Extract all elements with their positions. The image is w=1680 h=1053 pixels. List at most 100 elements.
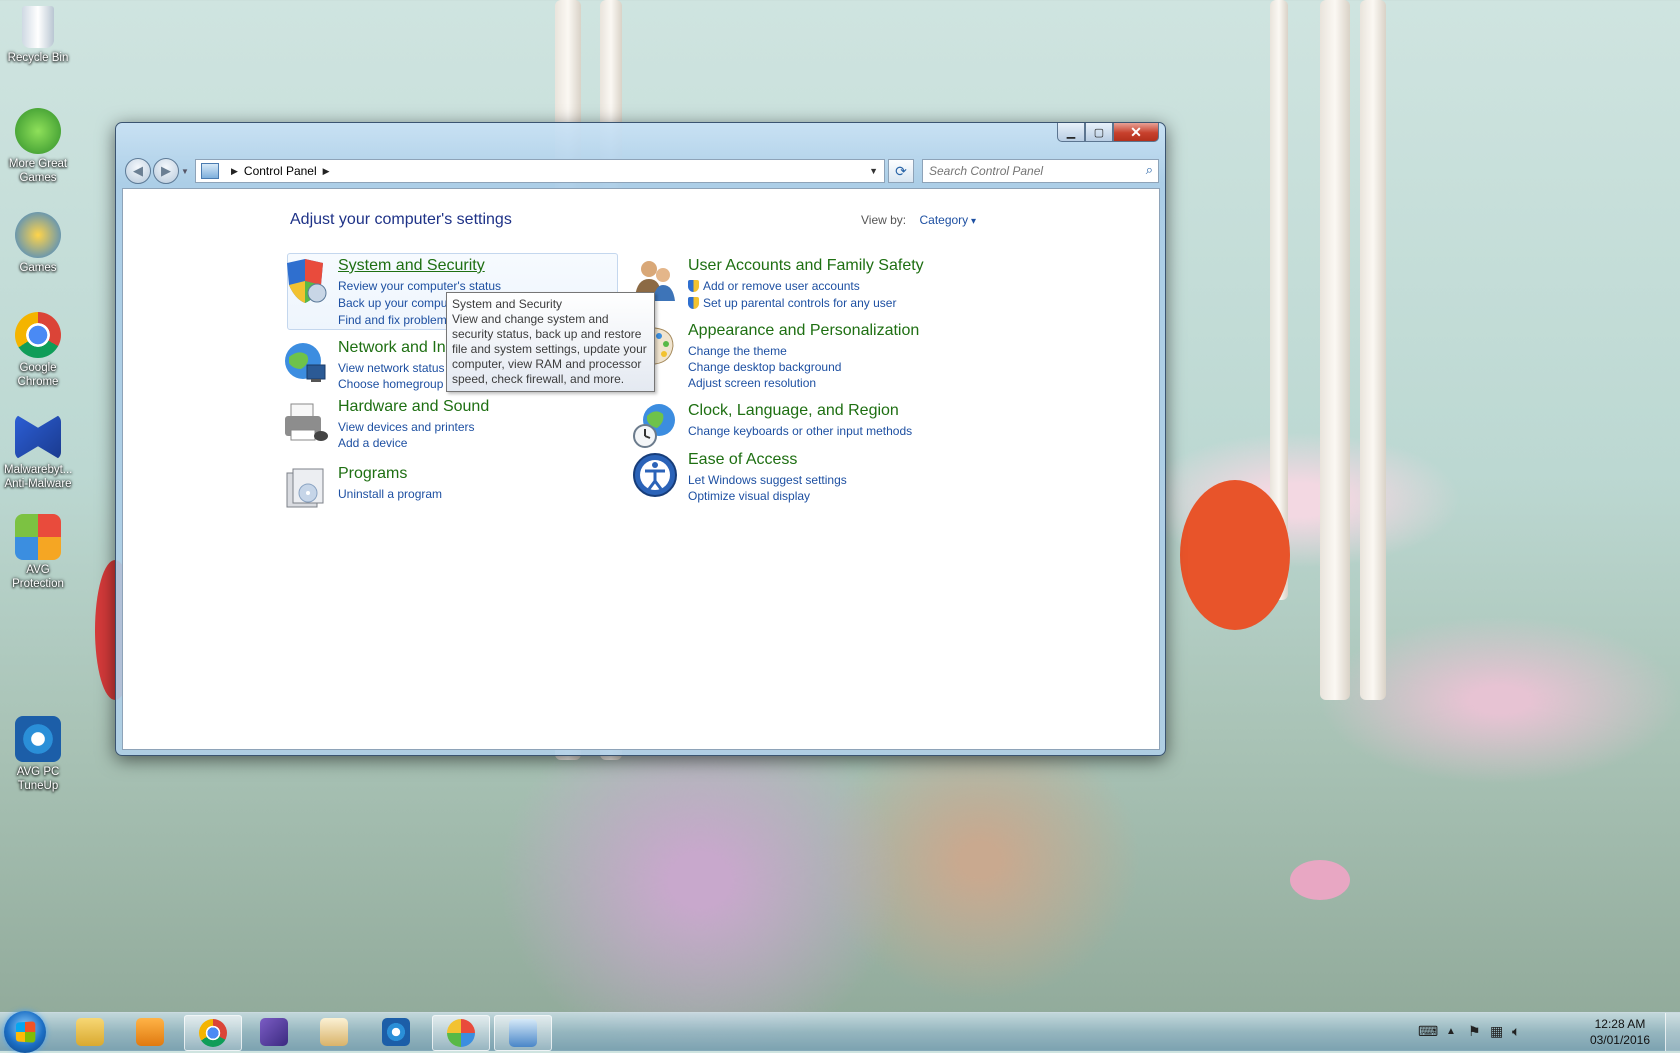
desktop-icon-avg-protection[interactable]: AVG Protection (4, 514, 72, 591)
address-dropdown-icon[interactable]: ▼ (869, 166, 878, 176)
mahjong-icon (320, 1018, 348, 1046)
category-link[interactable]: Uninstall a program (338, 487, 442, 501)
category-link[interactable]: Choose homegroup (338, 377, 443, 391)
taskbar: ⌨ ▲ ⚑ ▦ 🔈︎ 12:28 AM 03/01/2016 (0, 1011, 1680, 1053)
chrome-icon (15, 312, 61, 358)
keyboard-icon[interactable]: ⌨ (1418, 1023, 1438, 1040)
category-user-accounts[interactable]: User Accounts and Family Safety Add or r… (631, 257, 981, 310)
desktop-icon-malwarebytes[interactable]: Malwarebyt... Anti-Malware (4, 414, 72, 491)
category-title[interactable]: Ease of Access (688, 451, 797, 469)
uac-shield-icon (688, 280, 699, 292)
back-button[interactable]: ◀ (125, 158, 151, 184)
category-link[interactable]: Add or remove user accounts (688, 279, 860, 293)
refresh-icon: ⟳ (895, 163, 907, 179)
desktop-icon-label: Games (19, 262, 57, 274)
wallpaper-tree (1360, 0, 1386, 700)
category-title[interactable]: Programs (338, 465, 407, 483)
ease-of-access-icon (633, 453, 677, 497)
category-link[interactable]: Let Windows suggest settings (688, 473, 847, 487)
taskbar-paint[interactable] (432, 1015, 490, 1051)
media-player-icon (136, 1018, 164, 1046)
taskbar-explorer[interactable] (62, 1015, 118, 1049)
tooltip-body: View and change system and security stat… (452, 312, 647, 386)
control-panel-content: Adjust your computer's settings View by:… (122, 188, 1160, 750)
desktop-icon-games[interactable]: Games (4, 212, 72, 275)
system-tray: ⌨ ▲ ⚑ ▦ 🔈︎ 12:28 AM 03/01/2016 (1400, 1013, 1680, 1051)
taskbar-media-player[interactable] (122, 1015, 178, 1049)
recycle-bin-icon (22, 6, 54, 48)
desktop-icon-label: AVG Protection (12, 564, 64, 590)
control-panel-window: ▁ ▢ ✕ ◀ ▶ ▼ ▶ Control Panel ▶ ▼ ⟳ ⌕ Adju… (115, 122, 1166, 756)
breadcrumb-chevron-icon[interactable]: ▶ (323, 166, 330, 177)
network-globe-icon (285, 343, 326, 382)
maximize-button[interactable]: ▢ (1085, 123, 1113, 142)
desktop-icon-label: Malwarebyt... Anti-Malware (4, 464, 73, 490)
category-link[interactable]: Change desktop background (688, 360, 841, 374)
avg-protection-icon (15, 514, 61, 560)
cards-icon (260, 1018, 288, 1046)
category-link[interactable]: Change the theme (688, 344, 787, 358)
frog-game-icon (15, 108, 61, 154)
category-title[interactable]: Appearance and Personalization (688, 322, 919, 340)
category-link[interactable]: View devices and printers (338, 420, 475, 434)
category-hardware-sound[interactable]: Hardware and Sound View devices and prin… (281, 398, 611, 450)
taskbar-chrome[interactable] (184, 1015, 242, 1051)
category-link[interactable]: Change keyboards or other input methods (688, 424, 912, 438)
taskbar-control-panel[interactable] (494, 1015, 552, 1051)
printer-icon (285, 403, 328, 441)
category-title[interactable]: Network and In (338, 339, 446, 357)
recent-pages-dropdown[interactable]: ▼ (181, 167, 189, 176)
minimize-button[interactable]: ▁ (1057, 123, 1085, 142)
category-clock-language-region[interactable]: Clock, Language, and Region Change keybo… (631, 402, 981, 448)
tooltip: System and Security View and change syst… (446, 292, 655, 392)
network-icon[interactable]: ▦ (1490, 1023, 1503, 1040)
paint-palette-icon (447, 1019, 475, 1047)
category-link[interactable]: Adjust screen resolution (688, 376, 816, 390)
show-hidden-icons-icon[interactable]: ▲ (1446, 1026, 1456, 1037)
category-link[interactable]: Find and fix problem (338, 313, 447, 327)
category-link[interactable]: Optimize visual display (688, 489, 810, 503)
desktop-icon-avg-pc-tuneup[interactable]: AVG PC TuneUp (4, 716, 72, 793)
category-programs[interactable]: Programs Uninstall a program (281, 465, 611, 508)
breadcrumb-chevron-icon[interactable]: ▶ (231, 166, 238, 177)
category-title[interactable]: System and Security (338, 257, 485, 275)
search-input[interactable] (927, 163, 1131, 179)
address-bar[interactable]: ▶ Control Panel ▶ ▼ (195, 159, 885, 183)
category-title[interactable]: Clock, Language, and Region (688, 402, 899, 420)
search-icon[interactable]: ⌕ (1146, 162, 1153, 178)
category-link[interactable]: View network status (338, 361, 445, 375)
desktop-icon-google-chrome[interactable]: Google Chrome (4, 312, 72, 389)
category-ease-of-access[interactable]: Ease of Access Let Windows suggest setti… (631, 451, 981, 503)
show-desktop-button[interactable] (1665, 1013, 1680, 1051)
desktop-icon-more-great-games[interactable]: More Great Games (4, 108, 72, 185)
wallpaper-tree (1320, 0, 1350, 700)
breadcrumb-control-panel[interactable]: Control Panel (244, 164, 317, 178)
category-link[interactable]: Set up parental controls for any user (688, 296, 896, 310)
category-title[interactable]: User Accounts and Family Safety (688, 257, 924, 275)
taskbar-avg-tuneup[interactable] (368, 1015, 424, 1049)
volume-icon[interactable]: 🔈︎ (1512, 1023, 1520, 1040)
category-appearance[interactable]: Appearance and Personalization Change th… (631, 322, 981, 390)
forward-button[interactable]: ▶ (153, 158, 179, 184)
start-button[interactable] (4, 1011, 46, 1053)
close-button[interactable]: ✕ (1113, 123, 1159, 142)
search-box[interactable]: ⌕ (922, 159, 1159, 183)
category-link[interactable]: Back up your compu (338, 296, 447, 310)
clock[interactable]: 12:28 AM 03/01/2016 (1590, 1016, 1650, 1048)
taskbar-solitaire[interactable] (246, 1015, 302, 1049)
taskbar-mahjong[interactable] (306, 1015, 362, 1049)
view-by-dropdown[interactable]: Category (919, 213, 976, 227)
desktop-icon-recycle-bin[interactable]: Recycle Bin (4, 6, 72, 65)
window-controls: ▁ ▢ ✕ (1057, 123, 1159, 142)
folder-icon (76, 1018, 104, 1046)
clock-globe-icon (633, 404, 675, 448)
category-title[interactable]: Hardware and Sound (338, 398, 489, 416)
category-link[interactable]: Add a device (338, 436, 407, 450)
avg-tuneup-icon (15, 716, 61, 762)
action-center-flag-icon[interactable]: ⚑ (1468, 1023, 1481, 1040)
category-link[interactable]: Review your computer's status (338, 279, 501, 293)
view-by-label: View by: (861, 213, 907, 227)
malwarebytes-icon (15, 414, 61, 460)
windows-logo-icon (15, 1021, 36, 1043)
refresh-button[interactable]: ⟳ (888, 159, 914, 183)
